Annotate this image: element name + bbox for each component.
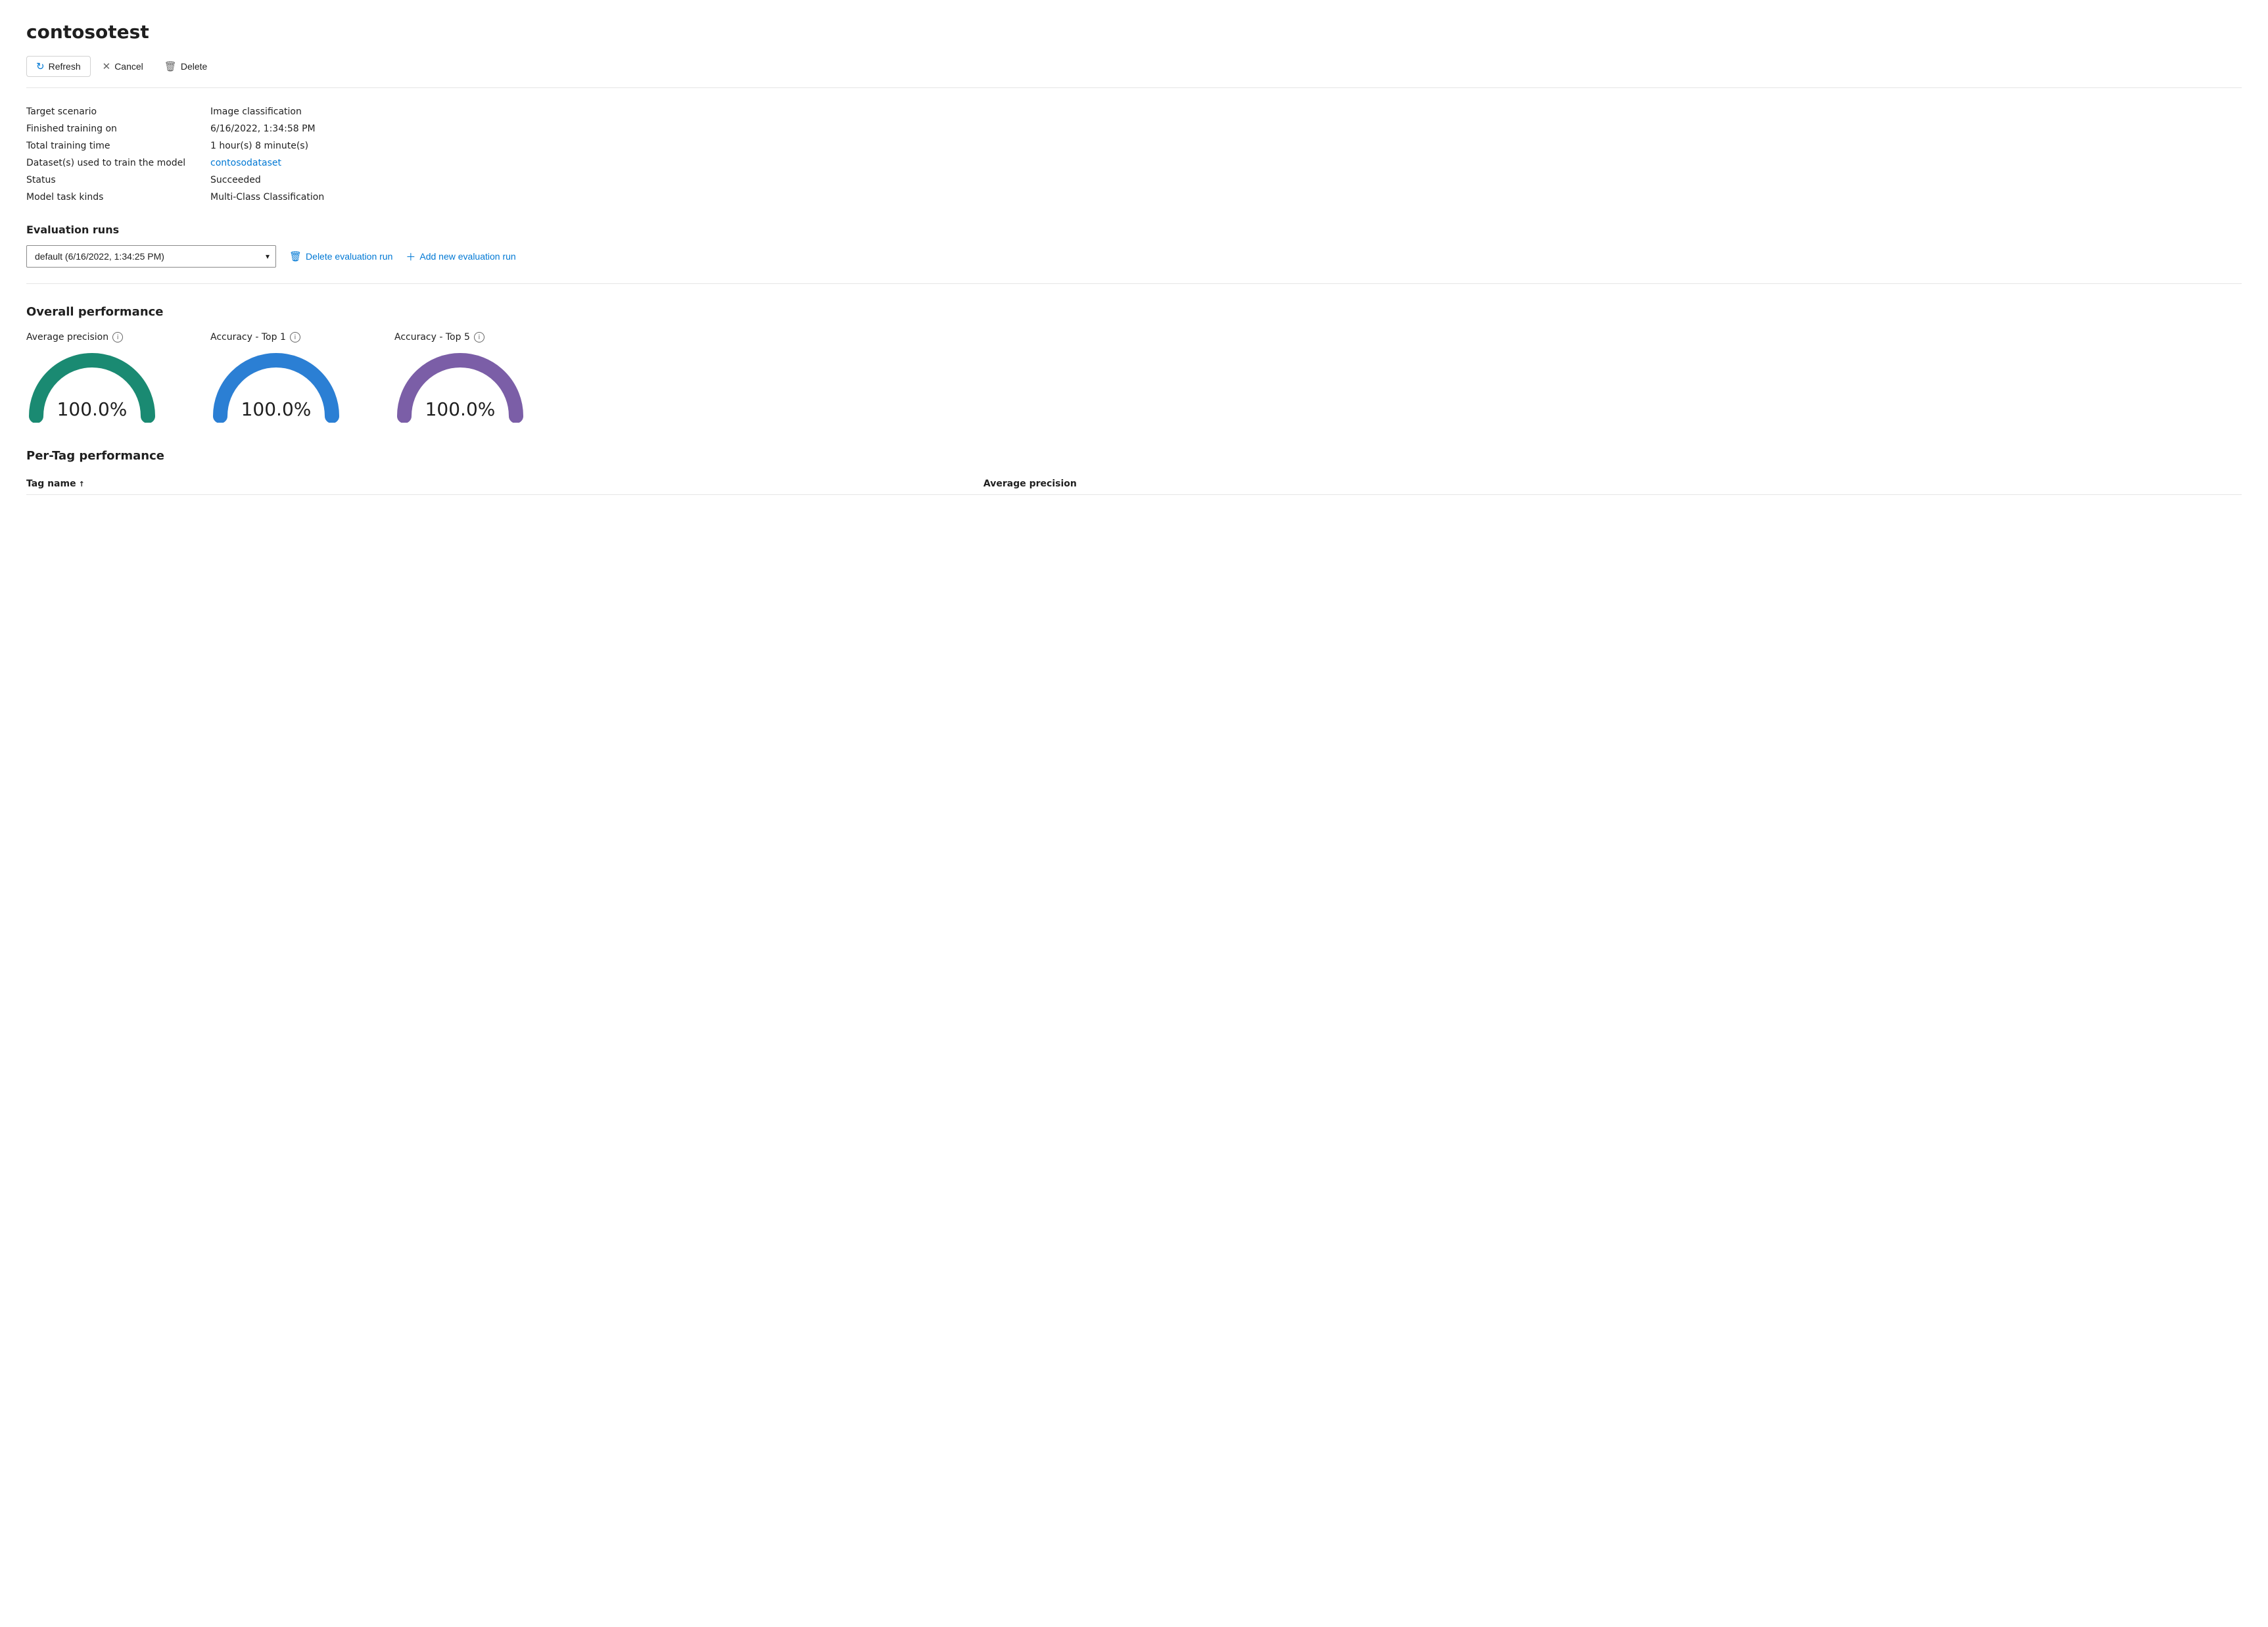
gauge-value-1: 100.0% <box>241 398 312 420</box>
eval-run-select[interactable]: default (6/16/2022, 1:34:25 PM) <box>26 245 276 268</box>
refresh-icon: ↻ <box>36 60 45 72</box>
gauge-label-0: Average precisioni <box>26 332 123 342</box>
status-label: Status <box>26 175 210 185</box>
per-tag-col-0[interactable]: Tag name↑ <box>26 473 983 495</box>
info-grid: Target scenario Image classification Fin… <box>26 106 2242 202</box>
overall-performance-section: Overall performance Average precisioni 10… <box>26 305 2242 423</box>
refresh-button[interactable]: ↻ Refresh <box>26 56 91 77</box>
model-task-value: Multi-Class Classification <box>210 192 2242 202</box>
evaluation-runs-section: Evaluation runs default (6/16/2022, 1:34… <box>26 224 2242 284</box>
gauge-svg-2: 100.0% <box>394 350 526 423</box>
gauge-0: Average precisioni 100.0% <box>26 332 158 423</box>
eval-select-wrapper: default (6/16/2022, 1:34:25 PM) ▾ <box>26 245 276 268</box>
refresh-label: Refresh <box>49 61 81 72</box>
gauge-label-1: Accuracy - Top 1i <box>210 332 300 342</box>
target-scenario-value: Image classification <box>210 106 2242 117</box>
model-task-label: Model task kinds <box>26 192 210 202</box>
gauge-value-0: 100.0% <box>57 398 128 420</box>
delete-eval-run-button[interactable]: 🗑 Delete evaluation run <box>289 250 392 262</box>
total-training-value: 1 hour(s) 8 minute(s) <box>210 141 2242 151</box>
gauge-svg-0: 100.0% <box>26 350 158 423</box>
gauges-row: Average precisioni100.0%Accuracy - Top 1… <box>26 332 2242 423</box>
delete-eval-label: Delete evaluation run <box>306 251 392 262</box>
info-icon-2[interactable]: i <box>474 332 484 342</box>
add-eval-label: Add new evaluation run <box>419 251 515 262</box>
finished-training-value: 6/16/2022, 1:34:58 PM <box>210 124 2242 134</box>
gauge-2: Accuracy - Top 5i 100.0% <box>394 332 526 423</box>
cancel-icon: ✕ <box>103 60 111 72</box>
gauge-label-2: Accuracy - Top 5i <box>394 332 484 342</box>
gauge-value-2: 100.0% <box>425 398 496 420</box>
gauge-1: Accuracy - Top 1i 100.0% <box>210 332 342 423</box>
info-icon-1[interactable]: i <box>290 332 300 342</box>
target-scenario-label: Target scenario <box>26 106 210 117</box>
evaluation-runs-title: Evaluation runs <box>26 224 2242 236</box>
info-icon-0[interactable]: i <box>112 332 123 342</box>
page-title: contosotest <box>26 21 2242 43</box>
delete-label: Delete <box>181 61 207 72</box>
per-tag-section: Per-Tag performance Tag name↑Average pre… <box>26 449 2242 495</box>
add-eval-run-button[interactable]: ＋ Add new evaluation run <box>406 250 515 264</box>
toolbar: ↻ Refresh ✕ Cancel 🗑 Delete <box>26 56 2242 88</box>
status-value: Succeeded <box>210 175 2242 185</box>
per-tag-table: Tag name↑Average precision <box>26 473 2242 495</box>
sort-arrow-icon: ↑ <box>79 480 85 488</box>
eval-actions: 🗑 Delete evaluation run ＋ Add new evalua… <box>289 250 516 264</box>
per-tag-col-1[interactable]: Average precision <box>983 473 2242 495</box>
finished-training-label: Finished training on <box>26 124 210 134</box>
cancel-label: Cancel <box>114 61 143 72</box>
plus-icon: ＋ <box>406 250 415 264</box>
overall-performance-title: Overall performance <box>26 305 2242 319</box>
delete-icon: 🗑 <box>164 60 177 72</box>
gauge-svg-1: 100.0% <box>210 350 342 423</box>
delete-button[interactable]: 🗑 Delete <box>155 57 217 76</box>
cancel-button[interactable]: ✕ Cancel <box>93 57 153 76</box>
per-tag-title: Per-Tag performance <box>26 449 2242 463</box>
eval-runs-row: default (6/16/2022, 1:34:25 PM) ▾ 🗑 Dele… <box>26 245 2242 284</box>
datasets-label: Dataset(s) used to train the model <box>26 158 210 168</box>
datasets-link[interactable]: contosodataset <box>210 158 2242 168</box>
total-training-label: Total training time <box>26 141 210 151</box>
delete-eval-icon: 🗑 <box>289 250 302 262</box>
